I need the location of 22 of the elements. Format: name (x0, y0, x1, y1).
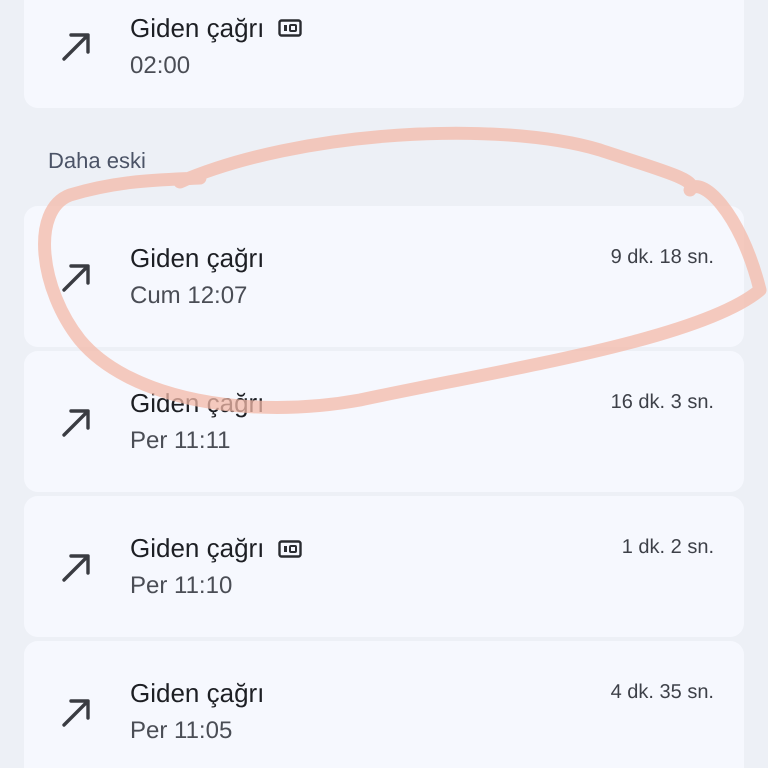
call-type: Giden çağrı (130, 12, 264, 44)
call-card[interactable]: Giden çağrı Per 11:10 1 dk. 2 sn. (24, 496, 744, 637)
call-type: Giden çağrı (130, 388, 264, 419)
call-time: Per 11:10 (130, 572, 234, 600)
call-card[interactable]: Giden çağrı Per 11:11 16 dk. 3 sn. (24, 351, 744, 492)
call-duration: 4 dk. 35 sn. (610, 681, 714, 704)
call-time: Cum 12:07 (130, 282, 248, 310)
call-card[interactable]: Giden çağrı Per 11:05 4 dk. 35 sn. (24, 641, 744, 768)
call-duration: 1 dk. 2 sn. (622, 536, 714, 559)
section-heading: Daha eski (48, 148, 147, 174)
call-card[interactable]: Giden çağrı 02:00 (24, 0, 744, 108)
call-time: Per 11:11 (130, 427, 232, 455)
hd-icon (278, 19, 302, 37)
call-duration: 9 dk. 18 sn. (610, 246, 714, 269)
call-time: Per 11:05 (130, 717, 234, 745)
call-time: 02:00 (130, 52, 192, 80)
call-type: Giden çağrı (130, 533, 264, 564)
call-type: Giden çağrı (130, 678, 264, 709)
call-duration: 16 dk. 3 sn. (610, 391, 714, 414)
hd-icon (278, 540, 302, 558)
call-type: Giden çağrı (130, 243, 264, 274)
call-card[interactable]: Giden çağrı Cum 12:07 9 dk. 18 sn. (24, 206, 744, 347)
